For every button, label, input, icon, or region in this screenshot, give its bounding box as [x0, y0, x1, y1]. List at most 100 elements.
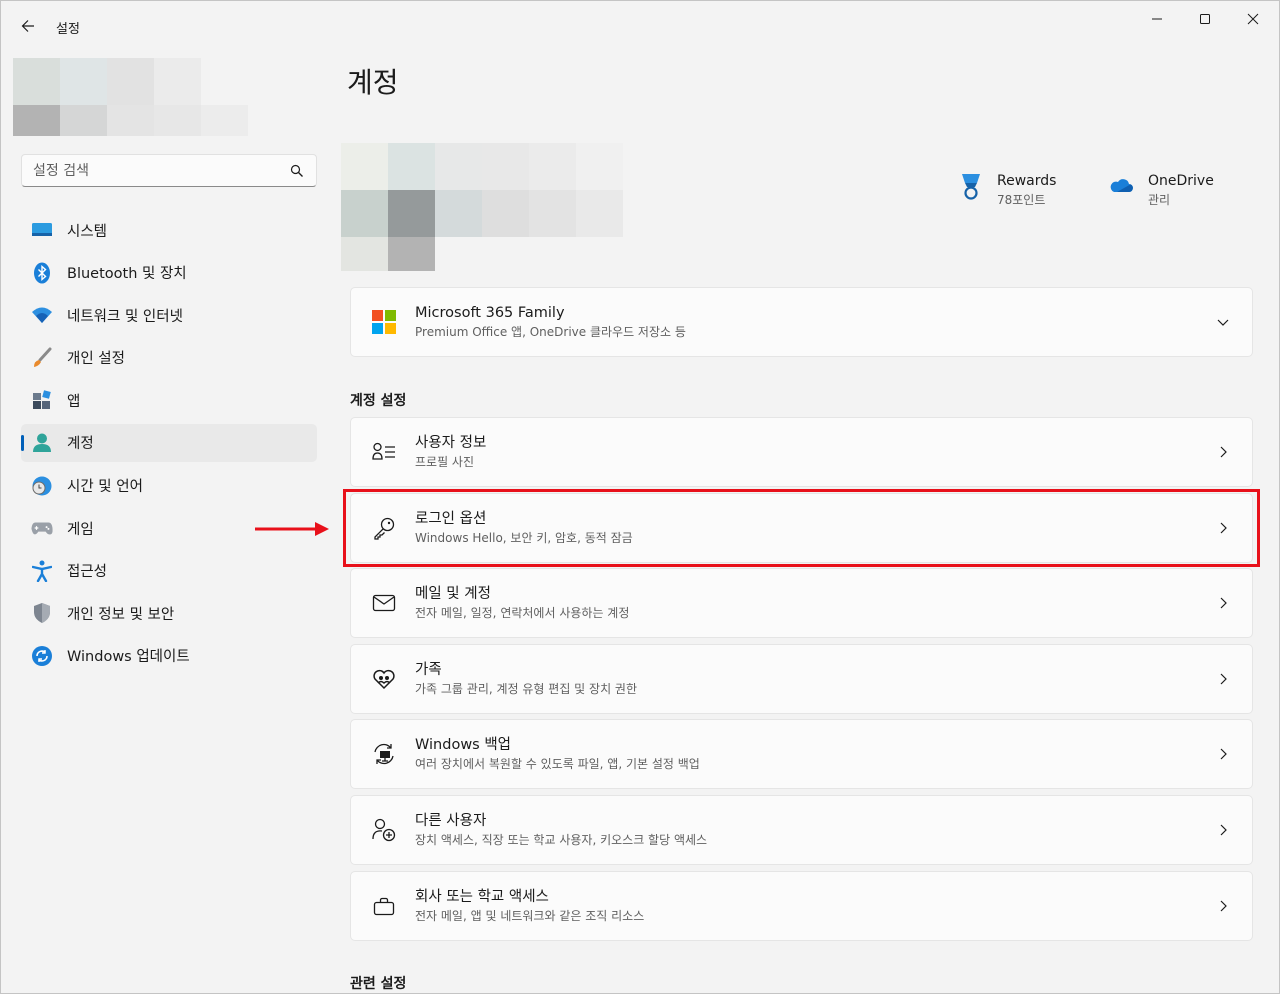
- sidebar-item-accessibility[interactable]: 접근성: [21, 552, 317, 590]
- account-icon: [31, 432, 53, 454]
- sidebar-item-label: 접근성: [67, 564, 108, 581]
- clock-globe-icon: [31, 475, 53, 497]
- section-heading-related-settings: 관련 설정: [350, 976, 407, 992]
- sidebar-item-privacy-security[interactable]: 개인 정보 및 보안: [21, 594, 317, 632]
- card-title: Microsoft 365 Family: [415, 304, 565, 321]
- settings-search[interactable]: [21, 154, 317, 187]
- chevron-right-icon: [1216, 521, 1230, 535]
- sidebar-item-windows-update[interactable]: Windows 업데이트: [21, 637, 317, 675]
- back-arrow-icon: [21, 20, 34, 32]
- card-title: 메일 및 계정: [415, 585, 491, 602]
- chevron-right-icon: [1216, 823, 1230, 837]
- sidebar-item-label: 네트워크 및 인터넷: [67, 308, 183, 325]
- card-title: 회사 또는 학교 액세스: [415, 888, 549, 905]
- minimize-button[interactable]: [1133, 1, 1181, 37]
- onedrive-service[interactable]: OneDrive 관리: [1108, 172, 1214, 210]
- bluetooth-icon: [31, 262, 53, 284]
- card-user-info[interactable]: 사용자 정보 프로필 사진: [350, 417, 1253, 487]
- brush-icon: [31, 347, 53, 369]
- shield-icon: [31, 602, 53, 624]
- card-email-accounts[interactable]: 메일 및 계정 전자 메일, 일정, 연락처에서 사용하는 계정: [350, 568, 1253, 638]
- sidebar-item-label: 개인 설정: [67, 351, 125, 368]
- account-picture-blurred: [341, 143, 623, 271]
- search-input[interactable]: [33, 162, 283, 179]
- maximize-icon: [1200, 14, 1210, 24]
- sidebar-item-system[interactable]: 시스템: [21, 211, 317, 249]
- card-sign-in-options[interactable]: 로그인 옵션 Windows Hello, 보안 키, 암호, 동적 잠금: [350, 493, 1253, 563]
- microsoft-365-card[interactable]: Microsoft 365 Family Premium Office 앱, O…: [350, 287, 1253, 357]
- section-heading-account-settings: 계정 설정: [350, 393, 407, 409]
- accessibility-icon: [31, 560, 53, 582]
- title-bar: 설정: [1, 1, 1279, 49]
- update-icon: [31, 645, 53, 667]
- rewards-service[interactable]: Rewards 78포인트: [959, 172, 1056, 210]
- card-subtitle: 장치 액세스, 직장 또는 학교 사용자, 키오스크 할당 액세스: [415, 832, 708, 847]
- sidebar-item-time-language[interactable]: 시간 및 언어: [21, 467, 317, 505]
- profile-picture-blurred: [13, 58, 248, 136]
- microsoft-logo-icon: [371, 309, 397, 335]
- sidebar-item-apps[interactable]: 앱: [21, 381, 317, 419]
- chevron-right-icon: [1216, 596, 1230, 610]
- sidebar-item-label: Bluetooth 및 장치: [67, 266, 187, 283]
- sidebar-item-label: 계정: [67, 436, 94, 453]
- sidebar-item-label: 개인 정보 및 보안: [67, 606, 175, 623]
- chevron-right-icon: [1216, 747, 1230, 761]
- family-heart-icon: [371, 666, 397, 692]
- card-subtitle: Premium Office 앱, OneDrive 클라우드 저장소 등: [415, 324, 686, 339]
- card-subtitle: 전자 메일, 앱 및 네트워크와 같은 조직 리소스: [415, 908, 645, 923]
- card-subtitle: 프로필 사진: [415, 454, 475, 469]
- sidebar-item-bluetooth[interactable]: Bluetooth 및 장치: [21, 254, 317, 292]
- chevron-down-icon[interactable]: [1216, 315, 1230, 329]
- card-subtitle: 가족 그룹 관리, 계정 유형 편집 및 장치 권한: [415, 681, 638, 696]
- card-title: 로그인 옵션: [415, 510, 487, 527]
- card-subtitle: Windows Hello, 보안 키, 암호, 동적 잠금: [415, 530, 633, 545]
- chevron-right-icon: [1216, 672, 1230, 686]
- rewards-medal-icon: [962, 174, 980, 200]
- red-pointer-arrow: [255, 522, 329, 536]
- settings-window: 설정 시스템: [0, 0, 1280, 994]
- wifi-icon: [31, 304, 53, 326]
- close-icon: [1247, 13, 1259, 25]
- sidebar-item-accounts[interactable]: 계정: [21, 423, 317, 462]
- card-title: Windows 백업: [415, 736, 512, 753]
- card-subtitle: 여러 장치에서 복원할 수 있도록 파일, 앱, 기본 설정 백업: [415, 756, 700, 771]
- card-title: 다른 사용자: [415, 812, 487, 829]
- window-title: 설정: [56, 22, 80, 37]
- card-title: 가족: [415, 661, 442, 678]
- service-sub: 관리: [1148, 193, 1171, 207]
- chevron-right-icon: [1216, 899, 1230, 913]
- mail-icon: [371, 590, 397, 616]
- sidebar-item-label: 게임: [67, 521, 94, 538]
- user-info-icon: [371, 439, 397, 465]
- sidebar-item-label: 시스템: [67, 223, 108, 240]
- card-subtitle: 전자 메일, 일정, 연락처에서 사용하는 계정: [415, 605, 630, 620]
- card-family[interactable]: 가족 가족 그룹 관리, 계정 유형 편집 및 장치 권한: [350, 644, 1253, 714]
- gamepad-icon: [31, 517, 53, 539]
- key-icon: [371, 515, 397, 541]
- minimize-icon: [1152, 18, 1162, 20]
- close-button[interactable]: [1229, 1, 1277, 37]
- service-name: OneDrive: [1148, 173, 1214, 189]
- backup-icon: [371, 741, 397, 767]
- apps-icon: [31, 389, 53, 411]
- add-user-icon: [371, 817, 397, 843]
- sidebar-item-personalization[interactable]: 개인 설정: [21, 339, 317, 377]
- page-title: 계정: [347, 66, 399, 99]
- system-icon: [31, 219, 53, 241]
- briefcase-icon: [371, 893, 397, 919]
- service-name: Rewards: [997, 173, 1057, 189]
- card-windows-backup[interactable]: Windows 백업 여러 장치에서 복원할 수 있도록 파일, 앱, 기본 설…: [350, 719, 1253, 789]
- onedrive-cloud-icon: [1110, 179, 1133, 192]
- back-button[interactable]: [13, 11, 43, 41]
- sidebar-item-label: 앱: [67, 393, 81, 410]
- card-work-school-access[interactable]: 회사 또는 학교 액세스 전자 메일, 앱 및 네트워크와 같은 조직 리소스: [350, 871, 1253, 941]
- maximize-button[interactable]: [1181, 1, 1229, 37]
- sidebar-nav: 시스템 Bluetooth 및 장치 네트워크 및 인터넷 개인 설정 앱 계정…: [21, 211, 317, 680]
- search-icon[interactable]: [290, 164, 304, 178]
- sidebar-item-network[interactable]: 네트워크 및 인터넷: [21, 296, 317, 334]
- card-other-users[interactable]: 다른 사용자 장치 액세스, 직장 또는 학교 사용자, 키오스크 할당 액세스: [350, 795, 1253, 865]
- sidebar-item-label: Windows 업데이트: [67, 649, 190, 666]
- service-sub: 78포인트: [997, 193, 1046, 207]
- sidebar-item-label: 시간 및 언어: [67, 479, 143, 496]
- chevron-right-icon: [1216, 445, 1230, 459]
